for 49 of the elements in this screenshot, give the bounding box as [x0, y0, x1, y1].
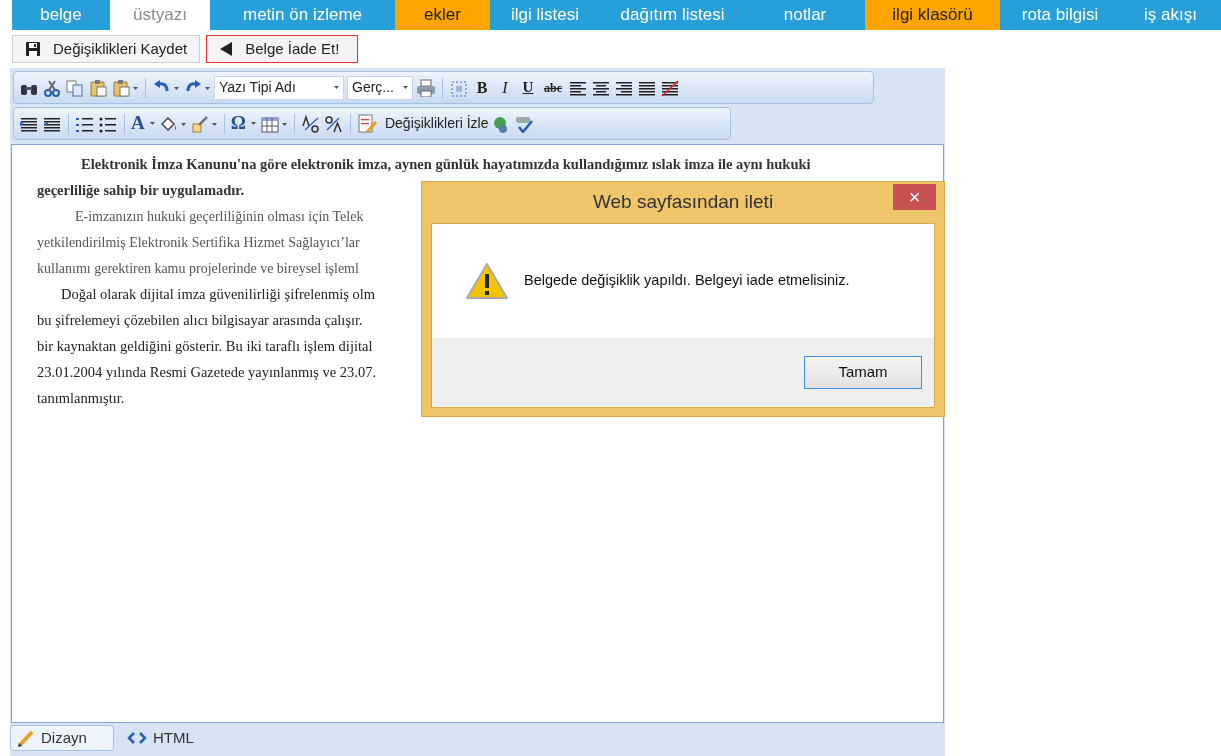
text-line: tanımlanmıştır.: [37, 390, 125, 406]
italic-button[interactable]: I: [495, 77, 515, 98]
track-changes-button[interactable]: Değişiklikleri İzle: [356, 112, 489, 135]
spell-check-icon[interactable]: [514, 114, 535, 133]
caret-icon: [403, 85, 409, 90]
size-select[interactable]: Gerç...: [347, 75, 413, 100]
paint-bucket-icon[interactable]: [158, 114, 187, 133]
text-line: E-imzanızın hukuki geçerliliğinin olması için Telek: [75, 209, 364, 224]
clear-format-icon[interactable]: [660, 78, 680, 97]
save-icon[interactable]: [25, 41, 41, 57]
caret-icon: [250, 121, 257, 126]
pencil-icon: [17, 729, 35, 747]
text-line: 23.01.2004 yılında Resmi Gazetede yayınlanmış ve 23.07.: [37, 364, 377, 380]
strikethrough-button[interactable]: abc: [541, 77, 565, 98]
tab[interactable]: ekler: [395, 0, 490, 30]
text-line: Elektronik İmza Kanunu'na göre elektronik imza, aynen günlük hayatımızda kullandığımız ıslak imza ile aynı hukuki: [81, 156, 811, 172]
font-select[interactable]: Yazı Tipi Adı: [214, 75, 344, 100]
font-color-button[interactable]: A: [131, 113, 156, 134]
caret-icon: [149, 121, 156, 126]
mode-tab[interactable]: HTML: [120, 725, 201, 751]
bold-button[interactable]: B: [472, 77, 492, 98]
warning-icon: [465, 262, 509, 300]
cut-icon[interactable]: [42, 78, 62, 97]
ok-button[interactable]: Tamam: [804, 356, 922, 389]
symbol-button[interactable]: Ω: [230, 113, 257, 134]
code-brackets-icon: [127, 731, 147, 745]
left-triangle-icon[interactable]: [219, 41, 234, 57]
text-line: bir kaynaktan geldiğini gösterir. Bu iki taraflı işlem dijital: [37, 338, 373, 354]
text-line: yetkilendirilmiş Elektronik Sertifika Hizmet Sağlayıcı’lar: [37, 235, 360, 250]
text-line: kullanımı gerektiren kamu projelerinde ve bireysel işleml: [37, 261, 359, 276]
table-icon[interactable]: [259, 114, 288, 133]
save-button[interactable]: Değişiklikleri Kaydet: [12, 35, 201, 63]
close-button[interactable]: ×: [893, 184, 936, 210]
paste-icon[interactable]: [111, 78, 139, 97]
paste-icon[interactable]: [88, 78, 108, 97]
copy-icon[interactable]: [65, 78, 85, 97]
text-line: Doğal olarak dijital imza güvenilirliği şifrelenmiş olm: [61, 286, 376, 302]
dialog-message: Belgede değişiklik yapıldı. Belgeyi iade etmelisiniz.: [524, 271, 850, 291]
caret-icon: [334, 85, 340, 90]
brush-icon[interactable]: [189, 114, 218, 133]
underline-button[interactable]: U: [518, 77, 538, 98]
return-button[interactable]: Belge İade Et!: [206, 35, 359, 63]
tab[interactable]: ilgi klasörü: [865, 0, 1000, 30]
printer-icon[interactable]: [416, 78, 436, 97]
mode-tab[interactable]: Dizayn: [10, 725, 114, 751]
document-pencil-icon: [356, 113, 377, 134]
dialog-title: Web sayfasından ileti: [592, 190, 774, 215]
text-line: bu şifrelemeyi çözebilen alıcı bilgisayar arasında çalışır.: [37, 312, 363, 328]
text-line: geçerliliğe sahip bir uygulamadır.: [37, 182, 245, 198]
